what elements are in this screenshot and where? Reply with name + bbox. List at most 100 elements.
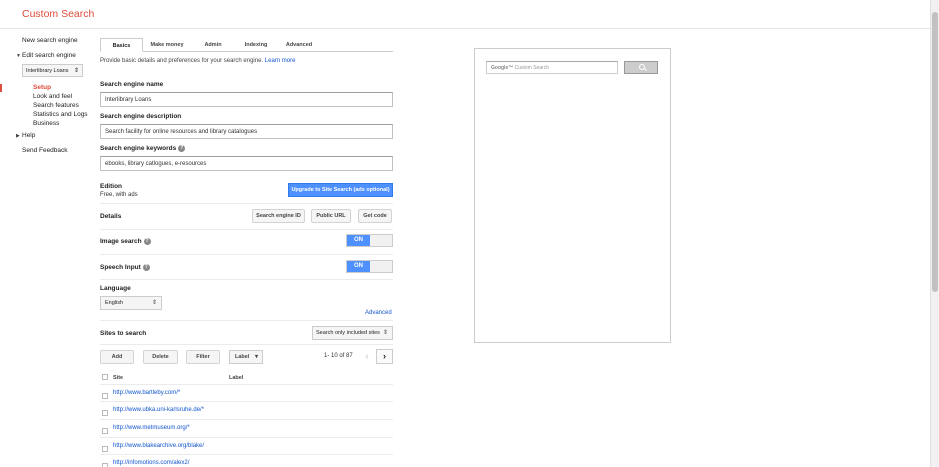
search-engine-id-button[interactable]: Search engine ID — [252, 209, 305, 223]
description-label: Search engine description — [100, 113, 182, 120]
expand-down-icon: ▼ — [16, 53, 21, 59]
divider — [100, 437, 393, 438]
tab-advanced[interactable]: Advanced — [282, 38, 316, 52]
get-code-button[interactable]: Get code — [358, 209, 392, 223]
select-all-checkbox[interactable] — [102, 374, 108, 380]
keywords-label-text: Search engine keywords — [100, 145, 177, 152]
active-indicator — [0, 84, 2, 92]
keywords-label: Search engine keywords? — [100, 145, 186, 152]
sidebar-item-business[interactable]: Business — [33, 120, 59, 127]
toggle-on-label: ON — [347, 235, 370, 246]
sites-scope-select[interactable]: Search only included sites ⇕ — [312, 326, 393, 340]
chevron-left-icon[interactable]: ‹ — [360, 349, 374, 364]
engine-select[interactable]: Interlibrary Loans ⇕ — [22, 64, 83, 77]
delete-site-button[interactable]: Delete — [143, 350, 178, 364]
sidebar-item-look-and-feel[interactable]: Look and feel — [33, 93, 72, 100]
chevron-updown-icon: ⇕ — [382, 330, 388, 336]
divider — [100, 384, 393, 385]
language-label: Language — [100, 285, 131, 292]
column-header-label[interactable]: Label — [229, 375, 243, 381]
name-input[interactable]: Interlibrary Loans — [100, 92, 393, 107]
tab-basics[interactable]: Basics — [100, 38, 143, 52]
chevron-updown-icon: ⇕ — [73, 68, 79, 74]
pager-count: 1- 10 of 87 — [324, 353, 353, 359]
language-value: English — [105, 300, 124, 306]
edit-search-engine-link[interactable]: Edit search engine — [22, 52, 76, 59]
speech-input-toggle[interactable]: ON — [346, 260, 393, 273]
label-dropdown-text: Label — [235, 354, 250, 360]
site-url-link[interactable]: http://infomotions.com/alex2/ — [113, 460, 189, 466]
sites-label: Sites to search — [100, 330, 147, 337]
tab-indexing[interactable]: Indexing — [240, 38, 272, 52]
site-url-link[interactable]: http://www.metmuseum.org/* — [113, 425, 190, 431]
search-preview-panel: Google™ Custom Search — [474, 48, 671, 343]
edition-label: Edition — [100, 183, 123, 190]
app-title: Custom Search — [22, 8, 95, 20]
row-checkbox[interactable] — [102, 463, 108, 467]
tab-bar: Basics Make money Admin Indexing Advance… — [100, 38, 393, 52]
chevron-down-icon: ▾ — [254, 354, 258, 360]
row-checkbox[interactable] — [102, 446, 108, 452]
toggle-on-label: ON — [347, 261, 370, 272]
divider — [100, 279, 393, 280]
column-header-site[interactable]: Site — [113, 375, 123, 381]
edition-value: Free, with ads — [100, 192, 138, 198]
keywords-input[interactable]: ebooks, library catlogues, e-resources — [100, 156, 393, 171]
divider — [100, 401, 393, 402]
filter-button[interactable]: Filter — [186, 350, 220, 364]
preview-search-input[interactable]: Google™ Custom Search — [486, 61, 618, 74]
page-scrollbar[interactable] — [930, 0, 939, 467]
search-icon — [639, 64, 645, 70]
public-url-button[interactable]: Public URL — [311, 209, 351, 223]
sidebar-item-search-features[interactable]: Search features — [33, 102, 79, 109]
name-label: Search engine name — [100, 81, 164, 88]
language-select[interactable]: English ⇕ — [100, 296, 162, 310]
row-checkbox[interactable] — [102, 428, 108, 434]
add-site-button[interactable]: Add — [100, 350, 134, 364]
sites-scope-value: Search only included sites — [316, 330, 380, 336]
advanced-link[interactable]: Advanced — [365, 310, 392, 316]
sidebar-item-setup[interactable]: Setup — [33, 84, 51, 91]
label-dropdown[interactable]: Label ▾ — [229, 350, 263, 364]
intro-description: Provide basic details and preferences fo… — [100, 58, 264, 64]
google-word: Google™ — [491, 65, 514, 71]
divider — [100, 344, 393, 345]
site-url-link[interactable]: http://www.bartleby.com/* — [113, 390, 180, 396]
row-checkbox[interactable] — [102, 410, 108, 416]
new-search-engine-link[interactable]: New search engine — [22, 37, 78, 44]
preview-placeholder: Custom Search — [514, 65, 550, 71]
help-icon[interactable]: ? — [143, 238, 151, 245]
help-icon[interactable]: ? — [142, 264, 150, 271]
description-input[interactable]: Search facility for online resources and… — [100, 124, 393, 139]
expand-right-icon: ▶ — [16, 133, 20, 139]
sidebar-item-statistics[interactable]: Statistics and Logs — [33, 111, 88, 118]
row-checkbox[interactable] — [102, 393, 108, 399]
help-icon[interactable]: ? — [178, 145, 186, 152]
upgrade-button[interactable]: Upgrade to Site Search (ads optional) — [288, 183, 393, 197]
intro-text: Provide basic details and preferences fo… — [100, 58, 295, 64]
divider — [100, 203, 393, 204]
speech-input-label-text: Speech Input — [100, 264, 141, 271]
learn-more-link[interactable]: Learn more — [265, 58, 296, 64]
preview-search-button[interactable] — [624, 61, 658, 74]
divider — [100, 419, 393, 420]
help-link[interactable]: Help — [22, 132, 35, 139]
divider — [100, 454, 393, 455]
divider — [100, 254, 393, 255]
top-bar: Custom Search — [0, 0, 930, 29]
scrollbar-thumb[interactable] — [932, 12, 938, 292]
image-search-toggle[interactable]: ON — [346, 234, 393, 247]
engine-select-value: Interlibrary Loans — [26, 68, 69, 74]
chevron-right-icon[interactable]: › — [376, 349, 393, 364]
site-url-link[interactable]: http://www.ubka.uni-karlsruhe.de/* — [113, 407, 204, 413]
send-feedback-link[interactable]: Send Feedback — [22, 147, 68, 154]
site-url-link[interactable]: http://www.blakearchive.org/blake/ — [113, 443, 204, 449]
tab-admin[interactable]: Admin — [198, 38, 228, 52]
tab-make-money[interactable]: Make money — [145, 38, 189, 52]
details-label: Details — [100, 213, 122, 220]
chevron-updown-icon: ⇕ — [151, 300, 157, 306]
image-search-label-text: Image search — [100, 238, 142, 245]
divider — [100, 320, 393, 321]
speech-input-label: Speech Input? — [100, 264, 150, 271]
image-search-label: Image search? — [100, 238, 151, 245]
